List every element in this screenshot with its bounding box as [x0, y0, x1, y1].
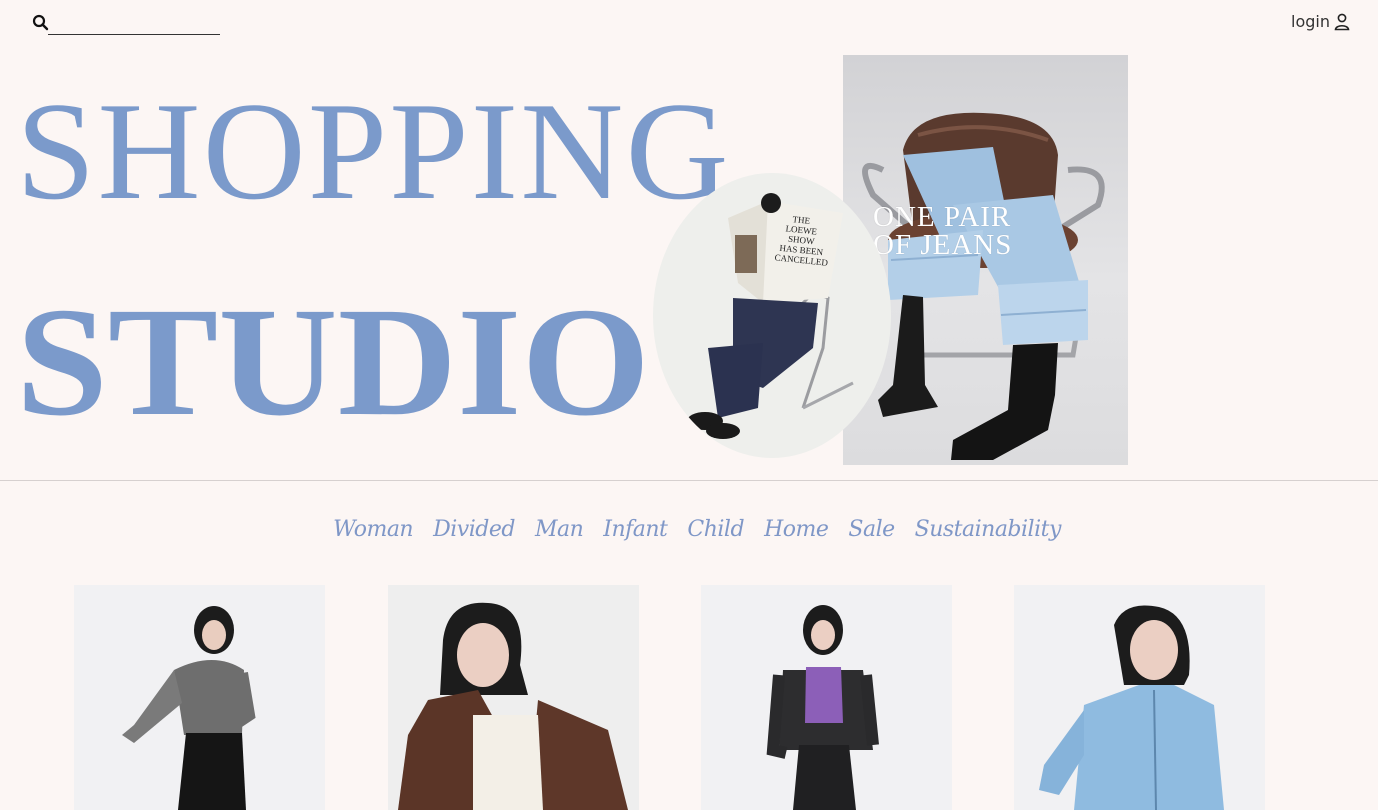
nav-item-woman[interactable]: Woman — [333, 517, 414, 542]
product-card[interactable] — [701, 585, 952, 810]
nav-item-home[interactable]: Home — [764, 517, 829, 542]
product-image — [766, 605, 879, 810]
search-bar — [32, 12, 222, 36]
login-link[interactable]: login — [1291, 12, 1350, 31]
hero-title-line-1: SHOPPING — [16, 74, 731, 229]
hero-newspaper-image: THE LOEWE SHOW HAS BEEN CANCELLED — [653, 173, 891, 458]
nav-item-man[interactable]: Man — [535, 517, 584, 542]
product-image — [398, 602, 628, 810]
product-card[interactable] — [388, 585, 639, 810]
section-divider — [0, 480, 1378, 481]
user-icon — [1334, 13, 1350, 30]
jeans-caption: ONE PAIR OF JEANS — [873, 201, 1013, 261]
nav-item-sale[interactable]: Sale — [848, 517, 895, 542]
jeans-caption-line-1: ONE PAIR — [873, 201, 1012, 233]
category-nav: Woman Divided Man Infant Child Home Sale… — [0, 517, 1378, 542]
product-image — [122, 606, 256, 810]
search-input[interactable] — [48, 16, 220, 35]
product-card[interactable] — [74, 585, 325, 810]
newspaper-reader-illustration: THE LOEWE SHOW HAS BEEN CANCELLED — [687, 193, 854, 439]
nav-item-divided[interactable]: Divided — [433, 517, 515, 542]
login-label: login — [1291, 12, 1330, 31]
product-card[interactable] — [1014, 585, 1265, 810]
nav-item-child[interactable]: Child — [687, 517, 744, 542]
product-image — [1039, 605, 1224, 810]
jeans-caption-line-2: OF JEANS — [873, 229, 1013, 261]
hero-jeans-image: ONE PAIR OF JEANS — [843, 55, 1128, 465]
nav-item-infant[interactable]: Infant — [603, 517, 668, 542]
nav-item-sustainability[interactable]: Sustainability — [915, 517, 1062, 542]
hero-title-line-2: STUDIO — [16, 275, 651, 448]
